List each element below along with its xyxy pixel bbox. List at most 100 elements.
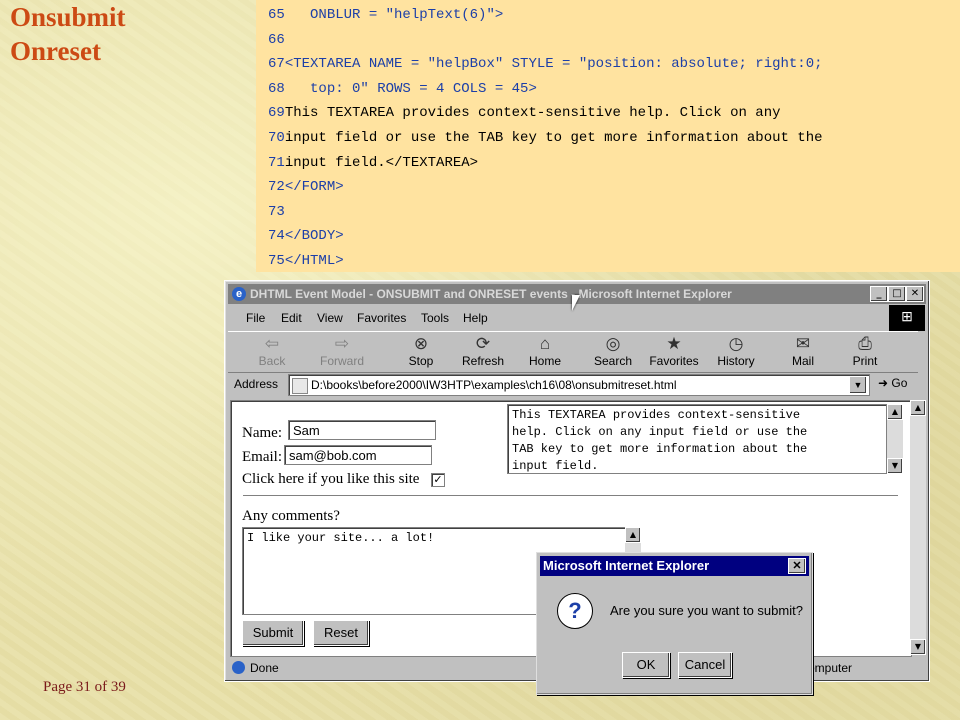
ok-button[interactable]: OK	[622, 652, 670, 678]
code-text: <TEXTAREA NAME = "helpBox" STYLE = "posi…	[284, 56, 823, 73]
maximize-icon[interactable]: □	[888, 286, 906, 302]
divider	[243, 495, 898, 497]
close-icon[interactable]: ✕	[788, 558, 806, 574]
menu-file[interactable]: File	[246, 311, 265, 325]
page-icon	[292, 378, 308, 394]
code-text: </HTML>	[284, 253, 344, 269]
address-url: D:\books\before2000\IW3HTP\examples\ch16…	[311, 378, 677, 392]
email-input[interactable]: sam@bob.com	[284, 445, 432, 465]
code-line: 68 top: 0" ROWS = 4 COLS = 45>	[268, 77, 537, 101]
code-text: ONBLUR = "helpText(6)">	[284, 7, 504, 23]
go-arrow-icon: ➜	[878, 376, 889, 390]
menu-bar: File Edit View Favorites Tools Help	[228, 307, 878, 329]
print-icon: ⎙	[858, 334, 872, 353]
minimize-icon[interactable]: _	[870, 286, 888, 302]
line-number: 69	[268, 105, 285, 122]
code-line: 73	[268, 200, 285, 224]
page-number: Page 31 of 39	[43, 679, 126, 695]
cancel-button[interactable]: Cancel	[678, 652, 732, 678]
search-button[interactable]: ◎ Search	[585, 334, 641, 372]
code-text: </FORM>	[284, 179, 344, 196]
line-number: 71	[268, 154, 285, 171]
line-number: 68	[268, 80, 285, 97]
code-line: 72</FORM>	[268, 175, 344, 199]
menu-favorites[interactable]: Favorites	[357, 311, 406, 325]
refresh-icon: ⟳	[475, 334, 491, 353]
scroll-up-icon[interactable]: ▲	[625, 527, 641, 543]
status-text: Done	[250, 661, 279, 675]
home-button[interactable]: ⌂ Home	[517, 334, 573, 372]
mail-icon: ✉	[795, 334, 811, 353]
code-line: 74</BODY>	[268, 224, 344, 248]
dialog-message: Are you sure you want to submit?	[610, 603, 803, 618]
code-line: 75</HTML>	[268, 249, 344, 273]
back-button[interactable]: ⇦ Back	[244, 334, 300, 372]
scroll-down-icon[interactable]: ▼	[887, 458, 903, 474]
address-input[interactable]: D:\books\before2000\IW3HTP\examples\ch16…	[288, 374, 870, 396]
history-icon: ◷	[728, 334, 744, 353]
line-number: 65	[268, 7, 285, 23]
chevron-down-icon[interactable]: ▼	[849, 376, 867, 394]
mail-button[interactable]: ✉ Mail	[775, 334, 831, 372]
address-label: Address	[234, 377, 279, 391]
page-done-icon	[232, 661, 245, 674]
help-textarea[interactable]: This TEXTAREA provides context-sensitive…	[507, 404, 887, 474]
slide-title-line2: Onreset	[10, 36, 101, 66]
mouse-cursor-icon	[572, 295, 580, 311]
code-line: 71input field.</TEXTAREA>	[268, 151, 478, 175]
menu-edit[interactable]: Edit	[281, 311, 302, 325]
slide-title: Onsubmit Onreset	[10, 0, 126, 68]
line-number: 67	[268, 56, 285, 73]
page-scrollbar[interactable]: ▲ ▼	[910, 400, 926, 655]
toolbar: ⇦ Back ⇨ Forward ⊗ Stop ⟳ Refresh ⌂ Home…	[228, 331, 918, 373]
code-listing: 65 ONBLUR = "helpText(6)"> 66 67<TEXTAREA …	[256, 0, 960, 272]
dialog-titlebar[interactable]: Microsoft Internet Explorer ✕	[540, 556, 809, 576]
line-number: 66	[268, 31, 285, 48]
scroll-up-icon[interactable]: ▲	[910, 400, 926, 416]
scroll-down-icon[interactable]: ▼	[910, 639, 926, 655]
menu-tools[interactable]: Tools	[421, 311, 449, 325]
code-text: </BODY>	[284, 228, 344, 245]
slide-title-line1: Onsubmit	[10, 2, 126, 32]
submit-button[interactable]: Submit	[242, 620, 304, 646]
code-text: This TEXTAREA provides context-sensitive…	[284, 105, 781, 122]
name-label: Name:	[242, 425, 282, 441]
scroll-up-icon[interactable]: ▲	[887, 404, 903, 420]
favorites-button[interactable]: ★ Favorites	[646, 334, 702, 372]
home-icon: ⌂	[539, 334, 551, 353]
forward-button[interactable]: ⇨ Forward	[314, 334, 370, 372]
address-bar: Address D:\books\before2000\IW3HTP\examp…	[228, 373, 918, 397]
code-text: input field or use the TAB key to get mo…	[284, 130, 823, 146]
name-input[interactable]: Sam	[288, 420, 436, 440]
comments-label: Any comments?	[242, 508, 340, 524]
help-scrollbar[interactable]: ▲ ▼	[887, 404, 903, 474]
dialog-title: Microsoft Internet Explorer	[543, 558, 710, 573]
email-label: Email:	[242, 449, 282, 465]
code-text: top: 0" ROWS = 4 COLS = 45>	[284, 80, 537, 97]
reset-button[interactable]: Reset	[313, 620, 369, 646]
favorites-icon: ★	[666, 334, 682, 353]
menu-view[interactable]: View	[317, 311, 343, 325]
code-line: 66	[268, 28, 285, 52]
close-icon[interactable]: ✕	[906, 286, 924, 302]
confirm-dialog: Microsoft Internet Explorer ✕ ? Are you …	[536, 552, 813, 695]
forward-arrow-icon: ⇨	[334, 334, 350, 353]
print-button[interactable]: ⎙ Print	[837, 334, 893, 372]
status-zone: omputer	[808, 661, 853, 675]
menu-help[interactable]: Help	[463, 311, 488, 325]
like-site-checkbox[interactable]: ✓	[431, 473, 445, 487]
code-line: 69This TEXTAREA provides context-sensiti…	[268, 101, 781, 125]
line-number: 75	[268, 253, 285, 269]
line-number: 74	[268, 228, 285, 245]
line-number: 70	[268, 130, 285, 146]
line-number: 73	[268, 203, 285, 220]
go-button[interactable]: ➜ Go	[878, 376, 907, 390]
code-line: 70input field or use the TAB key to get …	[268, 126, 823, 150]
checkbox-label: Click here if you like this site	[242, 471, 420, 487]
search-icon: ◎	[605, 334, 621, 353]
stop-button[interactable]: ⊗ Stop	[393, 334, 449, 372]
window-title: DHTML Event Model - ONSUBMIT and ONRESET…	[250, 287, 732, 301]
history-button[interactable]: ◷ History	[708, 334, 764, 372]
refresh-button[interactable]: ⟳ Refresh	[455, 334, 511, 372]
question-icon: ?	[557, 593, 593, 629]
